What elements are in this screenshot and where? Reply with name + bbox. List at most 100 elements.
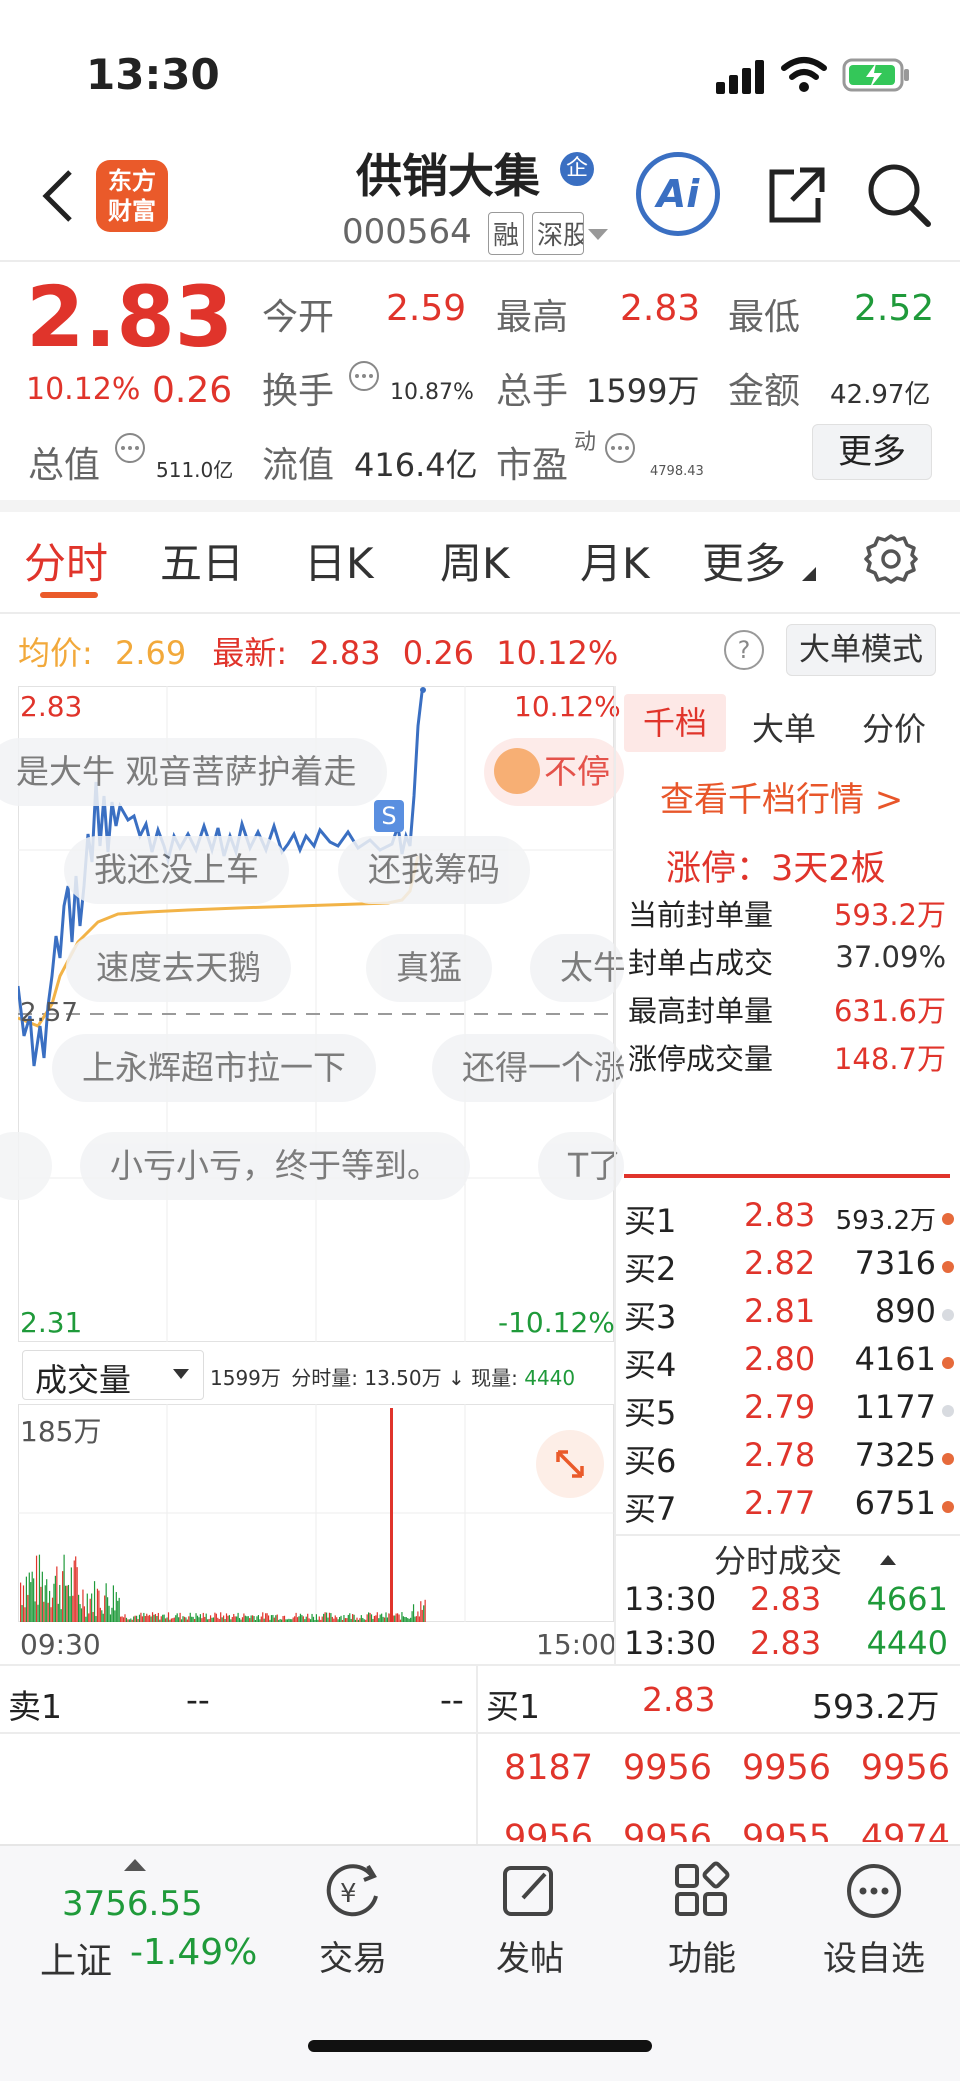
volume-bar <box>157 1612 159 1622</box>
danmaku-item[interactable]: 还得一个涨 <box>432 1034 624 1102</box>
volume-bar <box>195 1613 197 1622</box>
tab-zhouk[interactable]: 周K <box>440 530 510 591</box>
tab-more[interactable]: 更多 <box>702 530 786 591</box>
turnover-value: 10.87% <box>390 380 474 405</box>
volume-bar <box>141 1616 143 1622</box>
volume-bar <box>288 1618 290 1622</box>
volume-bar <box>130 1618 132 1622</box>
volume-bar <box>86 1593 88 1622</box>
side-tab-dadan[interactable]: 大单 <box>752 704 816 750</box>
volume-bar <box>25 1576 27 1622</box>
caret-down-icon[interactable] <box>588 226 608 245</box>
volume-bar <box>310 1619 312 1622</box>
danmaku-item[interactable]: 小亏小亏，终于等到。 <box>80 1132 470 1200</box>
volume-bar <box>415 1616 418 1622</box>
volume-bar <box>240 1619 242 1622</box>
nav-trade[interactable]: ¥ 交易 <box>306 1860 400 1980</box>
tab-wuri[interactable]: 五日 <box>160 530 244 591</box>
volume-bar <box>333 1618 335 1622</box>
tab-fenshi[interactable]: 分时 <box>24 530 108 591</box>
danmaku-item[interactable]: 不停 <box>484 738 624 806</box>
share-icon[interactable] <box>764 164 826 230</box>
volume-selector-label: 成交量 <box>35 1361 132 1399</box>
volume-bar <box>285 1619 287 1622</box>
search-icon[interactable] <box>866 162 932 232</box>
chart-top-price: 2.83 <box>20 690 83 723</box>
float-value: 416.4亿 <box>354 446 478 484</box>
index-value[interactable]: 3756.55 <box>62 1884 203 1924</box>
volume-bar <box>292 1617 294 1622</box>
volume-bar <box>153 1614 155 1622</box>
volume-bar <box>149 1614 151 1622</box>
volume-bar <box>246 1616 248 1622</box>
index-caret-icon[interactable] <box>124 1856 146 1875</box>
seal-row: 涨停成交量 148.7万 <box>628 1042 946 1076</box>
turnover-more-icon[interactable] <box>348 360 380 396</box>
tab-active-indicator <box>40 592 98 598</box>
volume-bar <box>376 1612 378 1622</box>
volume-bar <box>192 1616 194 1622</box>
volume-bar <box>298 1616 300 1622</box>
total-value-more-icon[interactable] <box>114 432 146 468</box>
back-icon[interactable] <box>40 168 76 228</box>
volume-bar <box>233 1613 235 1622</box>
view-qiandang-link[interactable]: 查看千档行情 > <box>660 772 903 821</box>
help-icon[interactable]: ? <box>724 630 764 670</box>
volume-bar <box>208 1618 210 1622</box>
pe-more-icon[interactable] <box>604 432 636 468</box>
nav-features[interactable]: 功能 <box>652 1860 752 1980</box>
volume-bar <box>372 1618 374 1622</box>
danmaku-item[interactable]: T了 <box>538 1132 624 1200</box>
danmaku-item[interactable]: 上永辉超市拉一下 <box>52 1034 376 1102</box>
volume-bar <box>236 1616 238 1622</box>
volume-bar <box>64 1585 67 1622</box>
volume-bar <box>399 1619 402 1622</box>
volume-bar <box>417 1611 419 1622</box>
danmaku-item[interactable]: 是大牛 观音菩萨护着走 <box>0 738 387 806</box>
volume-bar <box>51 1597 54 1622</box>
more-button[interactable]: 更多 <box>812 424 932 480</box>
volume-bar <box>330 1613 332 1622</box>
big-order-mode-button[interactable]: 大单模式 <box>786 624 936 676</box>
volume-chart[interactable] <box>18 1404 614 1622</box>
ticks-title[interactable]: 分时成交 <box>714 1536 842 1582</box>
volume-bar <box>33 1578 35 1622</box>
volume-bar <box>230 1619 232 1622</box>
pe-value: 4798.43 <box>650 464 704 479</box>
danmaku-item[interactable]: 速度去天鹅 <box>66 934 291 1002</box>
volume-bar <box>75 1556 77 1622</box>
volume-bar <box>363 1619 365 1622</box>
volume-bar <box>368 1612 370 1622</box>
danmaku-item[interactable]: 太牛 <box>530 934 624 1002</box>
volume-bar <box>166 1617 168 1622</box>
volume-bar <box>169 1619 171 1622</box>
tab-yuek[interactable]: 月K <box>580 530 650 591</box>
volume-bar <box>221 1617 223 1622</box>
danmaku-item[interactable]: 还我筹码 <box>338 836 530 904</box>
index-name[interactable]: 上证 <box>40 1932 112 1984</box>
volume-bar <box>223 1615 225 1622</box>
volume-bar <box>191 1616 193 1622</box>
side-tab-qiandang[interactable]: 千档 <box>624 694 726 752</box>
volume-bar <box>331 1616 333 1622</box>
side-tab-fenjia[interactable]: 分价 <box>862 704 926 750</box>
volume-bar <box>254 1619 257 1622</box>
signal-icon <box>714 60 770 98</box>
nav-post[interactable]: 发帖 <box>480 1860 580 1980</box>
volume-bar <box>423 1605 425 1622</box>
tab-rik[interactable]: 日K <box>304 530 374 591</box>
volume-bar <box>151 1612 154 1622</box>
ai-button[interactable]: Ai <box>636 152 720 236</box>
danmaku-item[interactable]: 真猛 <box>366 934 492 1002</box>
grid-icon <box>675 1861 730 1916</box>
sell-marker[interactable]: S <box>374 800 404 832</box>
nav-custom[interactable]: 设自选 <box>814 1860 934 1980</box>
volume-selector[interactable]: 成交量 <box>22 1350 204 1400</box>
settings-icon[interactable] <box>864 532 918 590</box>
index-change[interactable]: -1.49% <box>130 1932 257 1973</box>
volume-bar <box>175 1615 177 1622</box>
volume-bar <box>111 1607 113 1622</box>
order-dot <box>942 1357 954 1369</box>
danmaku-item[interactable]: 我还没上车 <box>64 836 289 904</box>
volume-bar <box>411 1611 413 1622</box>
